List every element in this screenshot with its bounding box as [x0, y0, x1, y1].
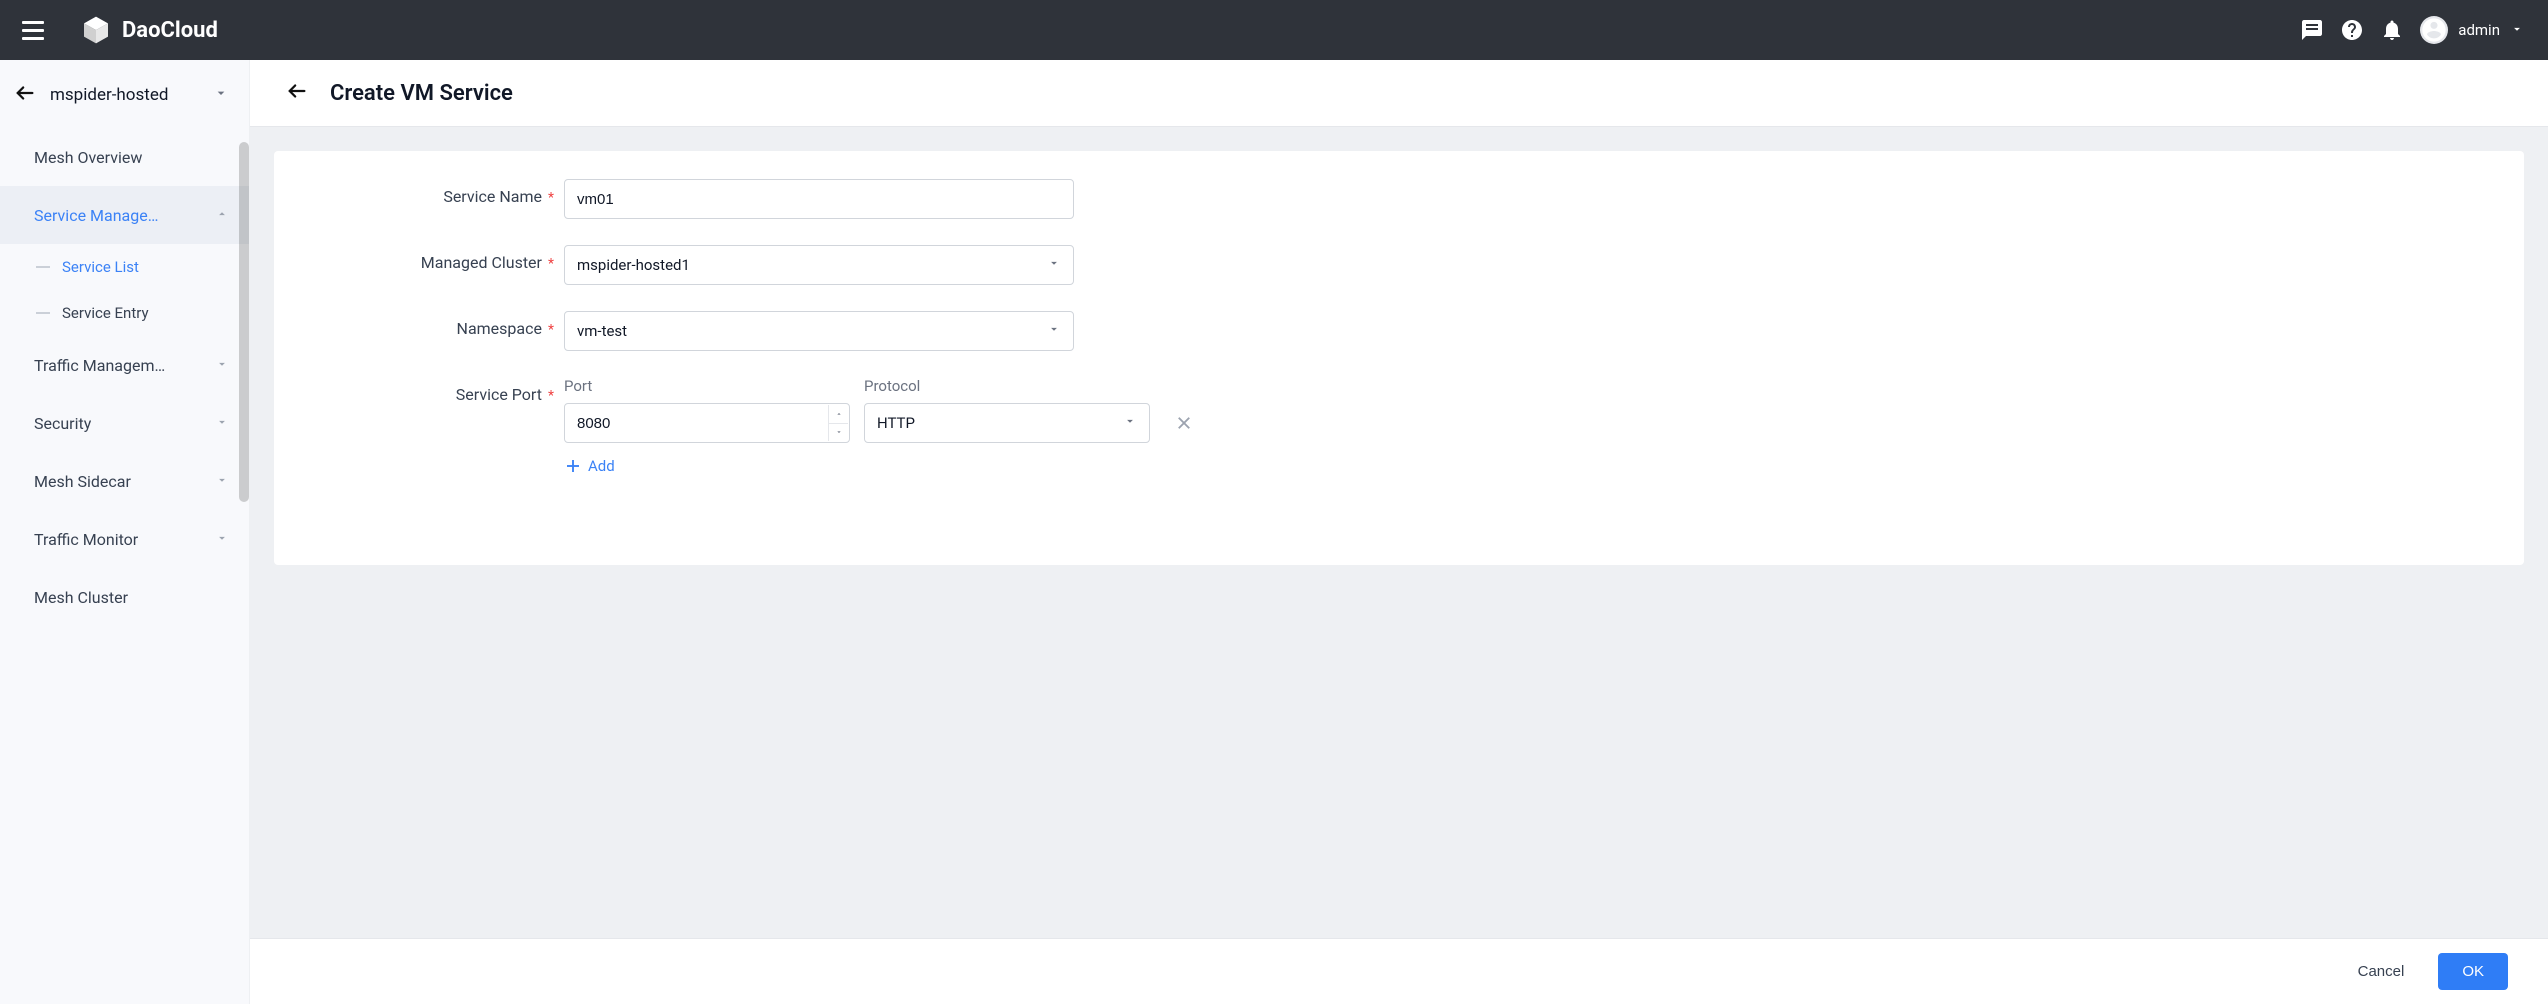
- sidebar-item-security[interactable]: Security: [0, 394, 249, 452]
- brand-name: DaoCloud: [122, 18, 218, 43]
- sidebar-item-traffic-monitor[interactable]: Traffic Monitor: [0, 510, 249, 568]
- main-content: Create VM Service Service Name *: [250, 60, 2548, 1004]
- dash-icon: [36, 266, 50, 268]
- back-button[interactable]: [286, 80, 308, 106]
- protocol-column-label: Protocol: [864, 377, 1150, 395]
- managed-cluster-select[interactable]: mspider-hosted1: [564, 245, 1074, 285]
- sidebar: mspider-hosted Mesh Overview Service Man…: [0, 60, 250, 1004]
- form-card: Service Name * Managed Cluster *: [274, 151, 2524, 565]
- sidebar-item-mesh-cluster[interactable]: Mesh Cluster: [0, 568, 249, 626]
- chevron-down-icon: [215, 530, 229, 549]
- chevron-down-icon: [215, 356, 229, 375]
- form-footer: Cancel OK: [250, 938, 2548, 1004]
- required-mark: *: [548, 256, 554, 272]
- help-icon[interactable]: [2332, 10, 2372, 50]
- stepper-up[interactable]: [829, 405, 848, 424]
- chevron-down-icon: [213, 85, 229, 105]
- stepper-down[interactable]: [829, 424, 848, 442]
- avatar-icon: [2420, 16, 2448, 44]
- chevron-down-icon: [215, 472, 229, 491]
- chat-icon[interactable]: [2292, 10, 2332, 50]
- sidebar-item-service-list[interactable]: Service List: [0, 244, 249, 290]
- user-name: admin: [2458, 21, 2500, 39]
- ok-button[interactable]: OK: [2438, 953, 2508, 990]
- remove-port-button[interactable]: [1164, 403, 1204, 443]
- managed-cluster-label: Managed Cluster: [421, 253, 542, 272]
- user-menu[interactable]: admin: [2420, 16, 2524, 44]
- service-name-label: Service Name: [443, 187, 542, 206]
- sidebar-item-service-management[interactable]: Service Manage…: [0, 186, 249, 244]
- required-mark: *: [548, 388, 554, 404]
- bell-icon[interactable]: [2372, 10, 2412, 50]
- port-column-label: Port: [564, 377, 850, 395]
- menu-icon[interactable]: [18, 17, 48, 44]
- mesh-selector[interactable]: mspider-hosted: [0, 60, 249, 128]
- port-input[interactable]: [564, 403, 850, 443]
- scrollbar[interactable]: [239, 142, 249, 502]
- back-icon[interactable]: [14, 82, 36, 108]
- chevron-up-icon: [215, 206, 229, 225]
- namespace-select[interactable]: vm-test: [564, 311, 1074, 351]
- mesh-name: mspider-hosted: [50, 85, 199, 105]
- brand-logo[interactable]: DaoCloud: [80, 14, 218, 46]
- dash-icon: [36, 312, 50, 314]
- sidebar-item-mesh-sidecar[interactable]: Mesh Sidecar: [0, 452, 249, 510]
- cancel-button[interactable]: Cancel: [2352, 955, 2411, 988]
- chevron-down-icon: [2510, 21, 2524, 40]
- chevron-down-icon: [1123, 414, 1137, 432]
- top-header: DaoCloud admin: [0, 0, 2548, 60]
- chevron-down-icon: [1047, 256, 1061, 274]
- add-port-button[interactable]: Add: [564, 453, 1204, 479]
- page-header: Create VM Service: [250, 60, 2548, 127]
- protocol-select[interactable]: HTTP: [864, 403, 1150, 443]
- page-title: Create VM Service: [330, 81, 513, 106]
- cube-icon: [80, 14, 112, 46]
- namespace-label: Namespace: [457, 319, 542, 338]
- chevron-down-icon: [1047, 322, 1061, 340]
- required-mark: *: [548, 190, 554, 206]
- sidebar-item-mesh-overview[interactable]: Mesh Overview: [0, 128, 249, 186]
- chevron-down-icon: [215, 414, 229, 433]
- sidebar-item-traffic-management[interactable]: Traffic Managem…: [0, 336, 249, 394]
- sidebar-item-service-entry[interactable]: Service Entry: [0, 290, 249, 336]
- service-name-input[interactable]: [564, 179, 1074, 219]
- required-mark: *: [548, 322, 554, 338]
- service-port-label: Service Port: [456, 385, 542, 404]
